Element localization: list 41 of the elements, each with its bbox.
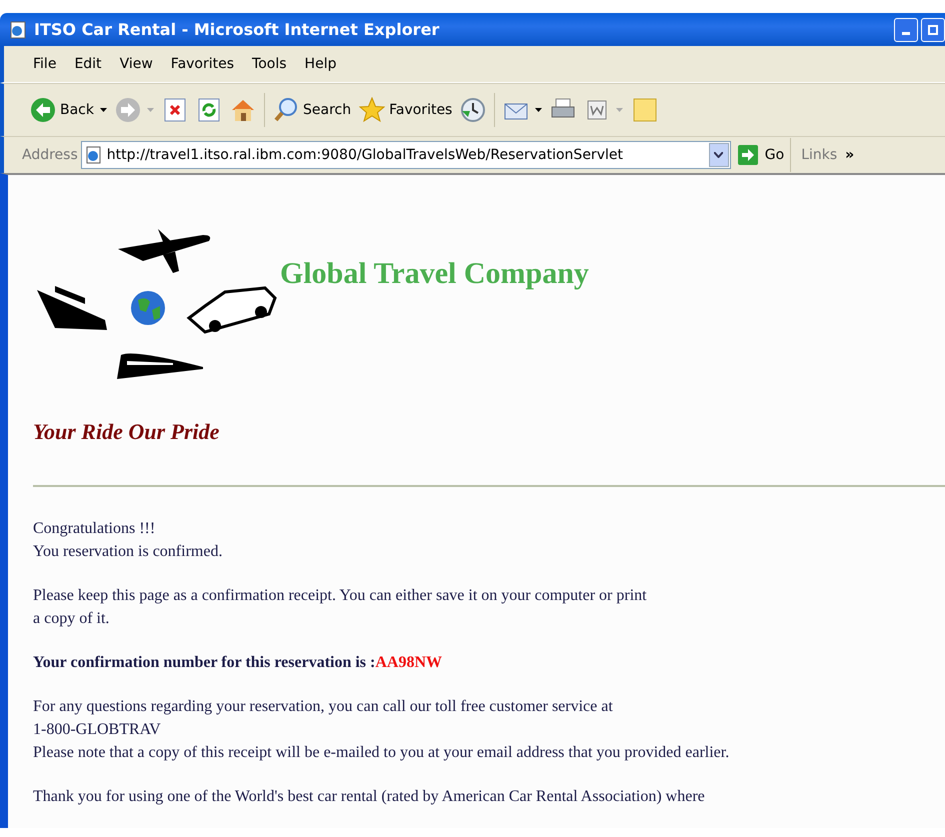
menu-item[interactable]: Favorites [162, 56, 244, 72]
go-button[interactable]: Go [734, 142, 786, 168]
body-text: 1-800-GLOBTRAV [33, 720, 162, 740]
chevron-down-icon [714, 152, 724, 158]
dropdown-button[interactable] [708, 143, 729, 167]
body-text: Please note that a copy of this receipt will be e-mailed to you at your email address that you provided earlier. [33, 743, 730, 763]
page-icon [8, 20, 28, 40]
refresh-icon [196, 97, 222, 123]
menu-item[interactable]: Help [296, 56, 346, 72]
body-text: a copy of it. [33, 609, 110, 629]
star-icon [359, 97, 386, 123]
body-text: Thank you for using one of the World's best car rental (rated by American Car Rental Association) where [33, 787, 706, 807]
body-text: For any questions regarding your reservation, you can call our toll free customer service at [33, 697, 614, 717]
links-button[interactable]: Links [801, 147, 838, 163]
note-icon [631, 97, 658, 123]
address-field[interactable]: http://travel1.itso.ral.ibm.com:9080/GlobalTravelsWeb/ReservationServlet [80, 141, 731, 169]
search-icon [273, 97, 299, 123]
confirmation-text: Your confirmation number for this reservation is :AA98NW [33, 653, 444, 673]
menu-item[interactable]: Edit [65, 56, 111, 72]
back-button[interactable]: Back [26, 95, 98, 125]
maximize-button[interactable] [921, 18, 945, 42]
house-icon [230, 97, 256, 123]
window-title: ITSO Car Rental - Microsoft Internet Explorer [34, 20, 440, 39]
search-button[interactable]: Search [269, 95, 356, 125]
minimize-icon [902, 32, 910, 35]
menu-item[interactable]: File [24, 56, 66, 72]
tagline: Your Ride Our Pride [33, 419, 220, 445]
menu-item[interactable]: View [110, 56, 162, 72]
favorites-button[interactable]: Favorites [355, 95, 456, 125]
menu-item[interactable]: Tools [243, 56, 296, 72]
more-chevron[interactable]: » [845, 147, 854, 163]
body-text: You reservation is confirmed. [33, 542, 224, 562]
address-label: Address [22, 147, 78, 163]
body-text: Congratulations !!! [33, 519, 156, 539]
body-text: Please keep this page as a confirmation receipt. You can either save it on your computer or print [33, 586, 648, 606]
clock-icon [460, 97, 486, 123]
stop-icon [162, 97, 188, 123]
maximize-icon [928, 24, 938, 34]
minimize-button[interactable] [894, 18, 918, 42]
page-icon [84, 146, 103, 164]
company-name: Global Travel Company [280, 257, 589, 291]
